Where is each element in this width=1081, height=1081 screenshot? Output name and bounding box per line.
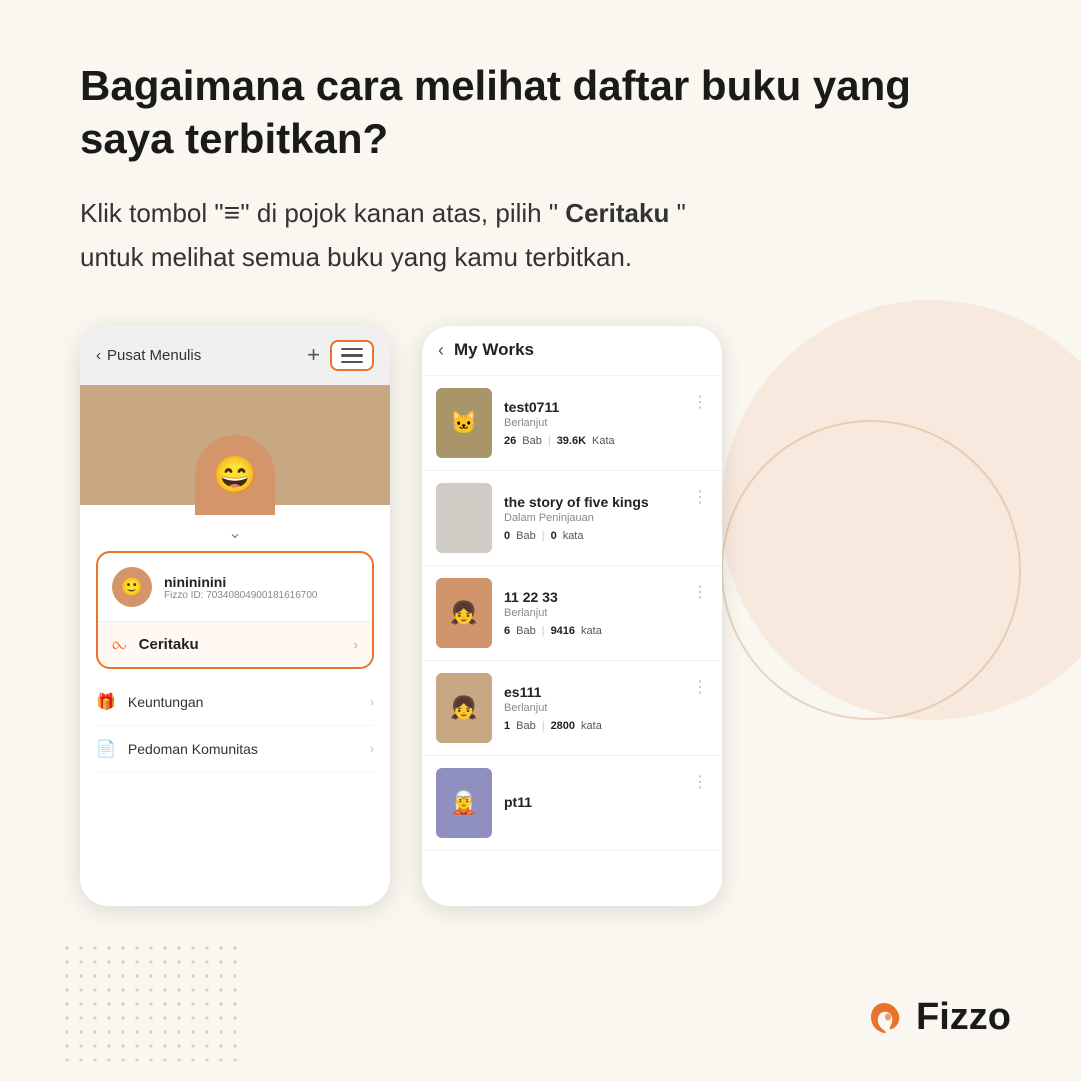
bab-label: Bab <box>516 530 536 542</box>
left-phone: ‹ Pusat Menulis + 😄 ⌄ <box>80 326 390 906</box>
kata-count: 9416 <box>551 625 575 637</box>
work-more-icon[interactable]: ⋮ <box>692 673 708 697</box>
fizzo-name: Fizzo <box>916 996 1011 1039</box>
work-stats: 1 Bab | 2800 kata <box>504 720 680 732</box>
cover-character: 😄 <box>195 435 275 515</box>
header-title: Pusat Menulis <box>107 347 201 364</box>
right-back-arrow[interactable]: ‹ <box>438 340 444 361</box>
kata-label: kata <box>563 530 584 542</box>
menu-user-info: ninininini Fizzo ID: 7034080490018161670… <box>164 574 317 601</box>
other-menu-items: 🎁 Keuntungan › 📄 Pedoman Komunitas › <box>96 679 374 773</box>
work-thumbnail: 👧 <box>436 673 492 743</box>
hamburger-line-2 <box>341 354 363 357</box>
menu-icon-text: ≡ <box>224 200 241 231</box>
menu-overlay: 🙂 ninininini Fizzo ID: 70340804900181616… <box>96 551 374 669</box>
work-item[interactable]: 👧 es111 Berlanjut 1 Bab | 2800 kata ⋮ <box>422 661 722 756</box>
kata-count: 39.6K <box>557 435 586 447</box>
kata-count: 2800 <box>551 720 575 732</box>
subtitle-part3: " <box>677 198 686 228</box>
work-item[interactable]: 🧝 pt11 ⋮ <box>422 756 722 851</box>
main-title: Bagaimana cara melihat daftar buku yang … <box>80 60 940 165</box>
right-phone-header: ‹ My Works <box>422 326 722 376</box>
menu-user-row: 🙂 ninininini Fizzo ID: 70340804900181616… <box>98 553 372 622</box>
subtitle-part2: " di pojok kanan atas, pilih " <box>240 198 558 228</box>
hamburger-line-3 <box>341 361 363 364</box>
bab-label: Bab <box>522 435 542 447</box>
work-thumbnail: 🧝 <box>436 768 492 838</box>
subtitle-part4: untuk melihat semua buku yang kamu terbi… <box>80 242 632 272</box>
work-more-icon[interactable]: ⋮ <box>692 388 708 412</box>
work-title: es111 <box>504 684 680 700</box>
work-item[interactable]: 🐱 test0711 Berlanjut 26 Bab | 39.6K Kata… <box>422 376 722 471</box>
work-thumbnail: 🐱 <box>436 388 492 458</box>
hamburger-menu-button[interactable] <box>330 340 374 372</box>
work-stats: 6 Bab | 9416 kata <box>504 625 680 637</box>
keuntungan-chevron: › <box>370 695 374 709</box>
work-more-icon[interactable]: ⋮ <box>692 483 708 507</box>
phones-row: ‹ Pusat Menulis + 😄 ⌄ <box>80 326 1011 906</box>
pedoman-label: Pedoman Komunitas <box>128 741 358 757</box>
work-info: the story of five kings Dalam Peninjauan… <box>504 494 680 542</box>
add-button[interactable]: + <box>307 342 320 368</box>
fizzo-brand: Fizzo <box>862 995 1011 1039</box>
work-info: es111 Berlanjut 1 Bab | 2800 kata <box>504 684 680 732</box>
work-stats: 0 Bab | 0 kata <box>504 530 680 542</box>
work-status: Dalam Peninjauan <box>504 512 680 524</box>
deco-dots <box>60 941 240 1061</box>
left-phone-header: ‹ Pusat Menulis + <box>80 326 390 386</box>
menu-avatar: 🙂 <box>112 567 152 607</box>
work-title: the story of five kings <box>504 494 680 510</box>
work-stats: 26 Bab | 39.6K Kata <box>504 435 680 447</box>
work-status: Berlanjut <box>504 607 680 619</box>
work-title: test0711 <box>504 399 680 415</box>
work-title: 11 22 33 <box>504 589 680 605</box>
ceritaku-chevron: › <box>354 637 358 652</box>
fizzo-logo-icon <box>862 995 906 1039</box>
ceritaku-icon: ⧜ <box>112 634 127 655</box>
work-info: 11 22 33 Berlanjut 6 Bab | 9416 kata <box>504 589 680 637</box>
bab-count: 6 <box>504 625 510 637</box>
bab-label: Bab <box>516 625 536 637</box>
bab-count: 0 <box>504 530 510 542</box>
cover-area: 😄 <box>80 385 390 505</box>
kata-count: 0 <box>551 530 557 542</box>
my-works-title: My Works <box>454 340 534 360</box>
bab-count: 26 <box>504 435 516 447</box>
work-info: test0711 Berlanjut 26 Bab | 39.6K Kata <box>504 399 680 447</box>
pedoman-icon: 📄 <box>96 739 116 759</box>
work-item[interactable]: the story of five kings Dalam Peninjauan… <box>422 471 722 566</box>
work-item[interactable]: 👧 11 22 33 Berlanjut 6 Bab | 9416 kata ⋮ <box>422 566 722 661</box>
user-fid: Fizzo ID: 70340804900181616700 <box>164 590 317 601</box>
work-thumbnail <box>436 483 492 553</box>
work-more-icon[interactable]: ⋮ <box>692 578 708 602</box>
ceritaku-text: Ceritaku <box>558 198 677 228</box>
work-thumbnail: 👧 <box>436 578 492 648</box>
ceritaku-label: Ceritaku <box>139 636 342 653</box>
works-list: 🐱 test0711 Berlanjut 26 Bab | 39.6K Kata… <box>422 376 722 901</box>
keuntungan-label: Keuntungan <box>128 694 358 710</box>
work-status: Berlanjut <box>504 417 680 429</box>
bab-label: Bab <box>516 720 536 732</box>
back-chevron: ‹ <box>96 347 101 364</box>
keuntungan-menu-item[interactable]: 🎁 Keuntungan › <box>96 679 374 726</box>
pedoman-chevron: › <box>370 742 374 756</box>
pedoman-menu-item[interactable]: 📄 Pedoman Komunitas › <box>96 726 374 773</box>
work-more-icon[interactable]: ⋮ <box>692 768 708 792</box>
work-title: pt11 <box>504 794 680 810</box>
kata-label: kata <box>581 720 602 732</box>
right-phone: ‹ My Works 🐱 test0711 Berlanjut 26 Bab | <box>422 326 722 906</box>
kata-label: kata <box>581 625 602 637</box>
ceritaku-menu-item[interactable]: ⧜ Ceritaku › <box>98 622 372 667</box>
work-status: Berlanjut <box>504 702 680 714</box>
user-name: ninininini <box>164 574 317 590</box>
work-info: pt11 <box>504 794 680 812</box>
bab-count: 1 <box>504 720 510 732</box>
keuntungan-icon: 🎁 <box>96 692 116 712</box>
subtitle-part1: Klik tombol " <box>80 198 224 228</box>
subtitle: Klik tombol "≡" di pojok kanan atas, pil… <box>80 193 900 278</box>
back-button[interactable]: ‹ Pusat Menulis <box>96 347 201 364</box>
header-actions: + <box>307 340 374 372</box>
hamburger-line-1 <box>341 348 363 351</box>
kata-label: Kata <box>592 435 615 447</box>
